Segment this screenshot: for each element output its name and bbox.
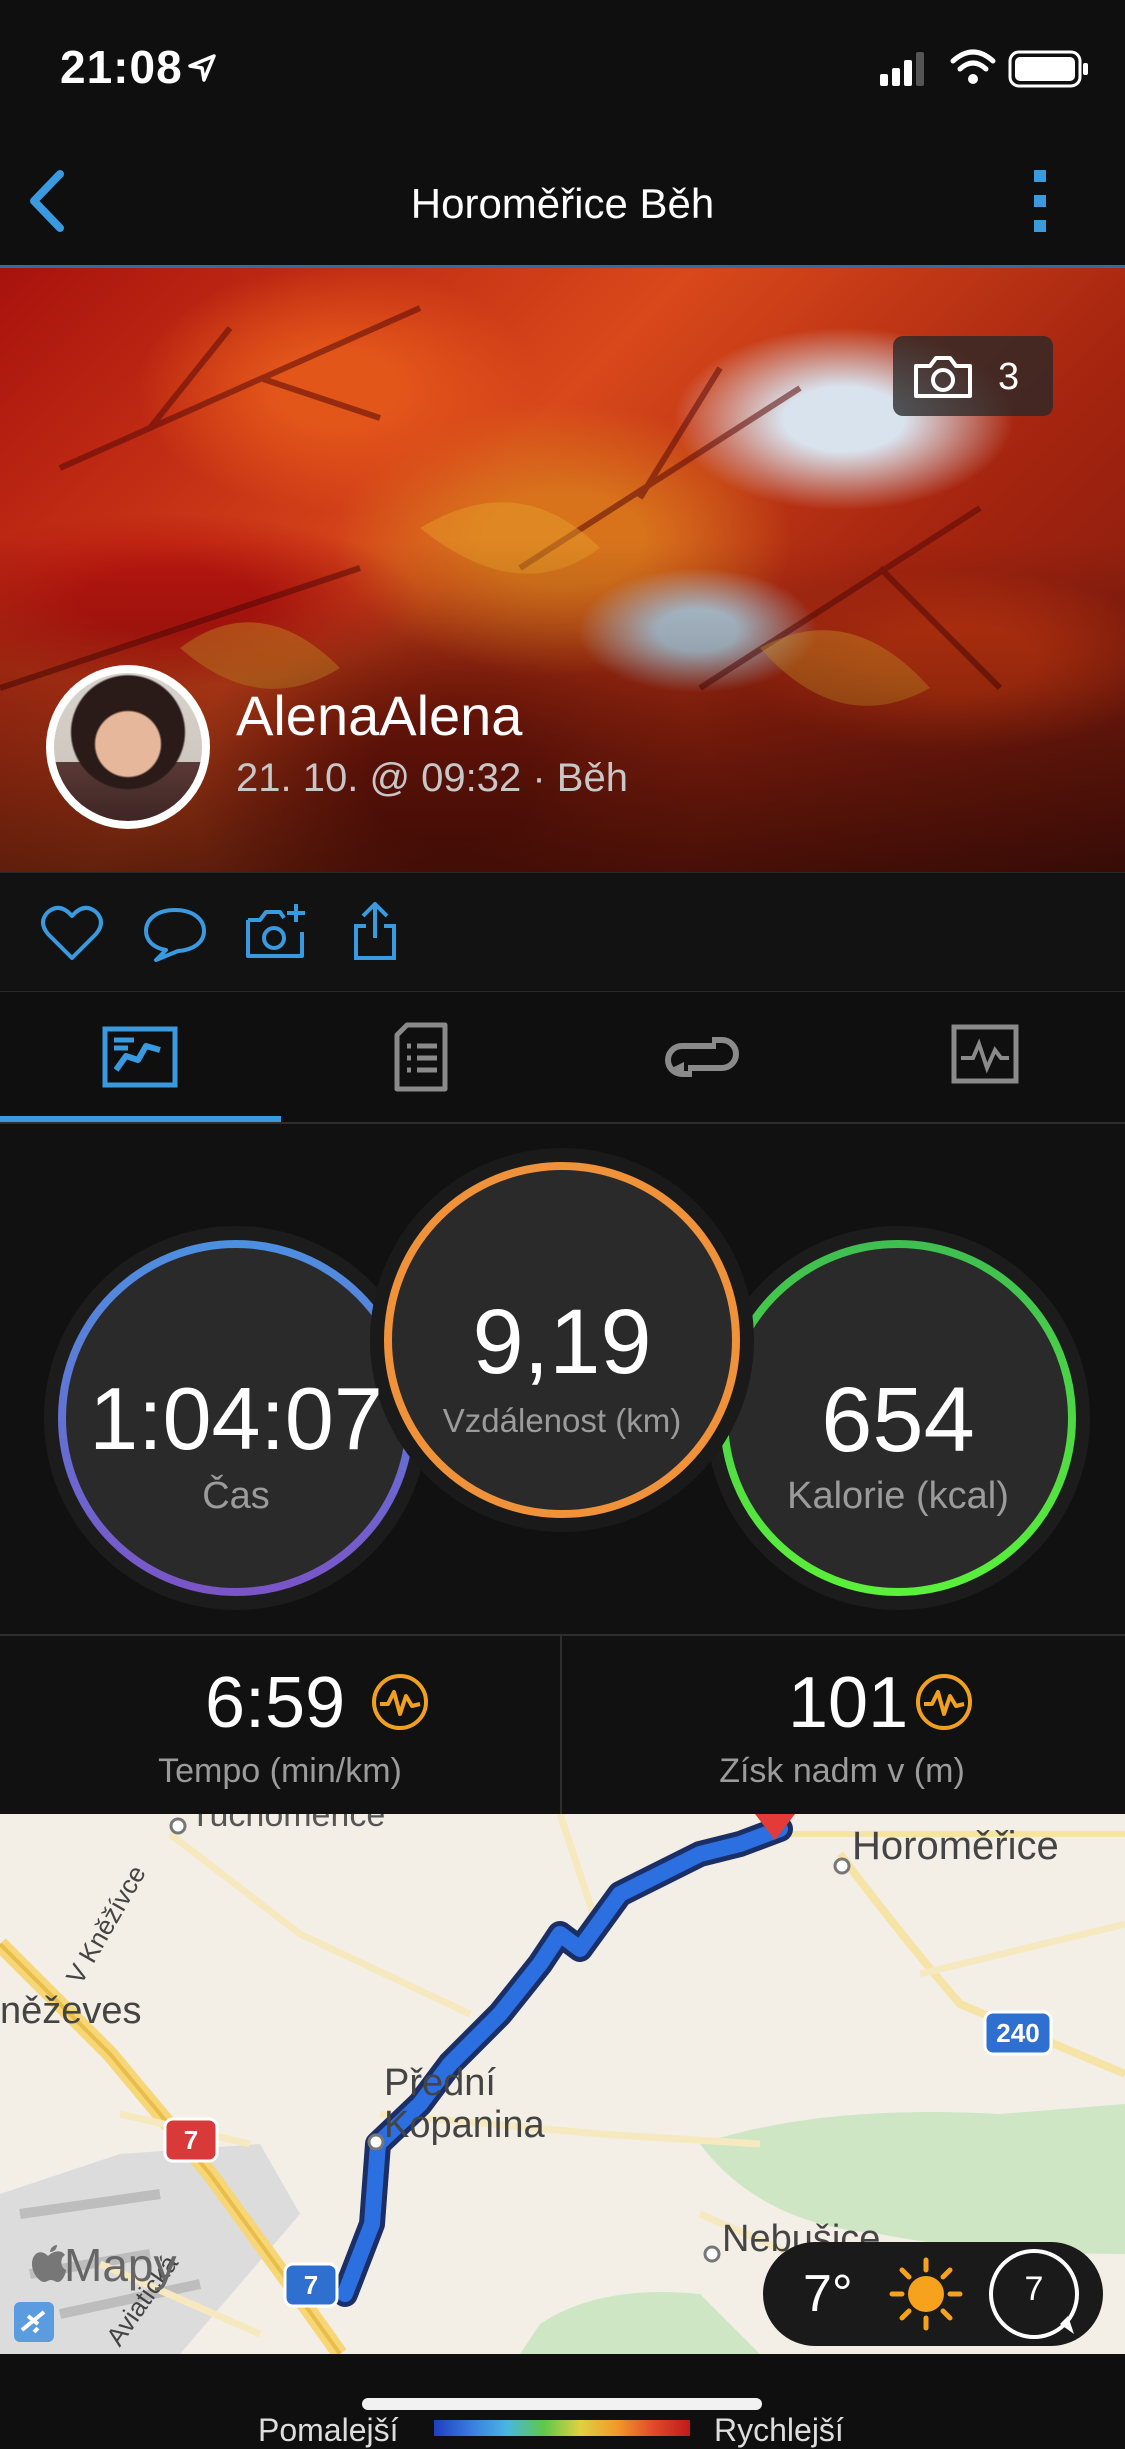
sun-icon — [889, 2257, 963, 2331]
elevation-activity-badge-icon[interactable] — [914, 1672, 974, 1732]
tab-overview[interactable] — [0, 992, 281, 1122]
tab-details[interactable] — [281, 992, 562, 1122]
comment-icon[interactable] — [142, 904, 208, 962]
airport-icon — [14, 2302, 54, 2342]
battery-icon — [1008, 50, 1088, 88]
weather-temperature: 7° — [803, 2265, 853, 2323]
status-time: 21:08 — [60, 41, 183, 93]
pace-value: 6:59 — [205, 1663, 346, 1743]
signal-icon — [880, 52, 924, 86]
location-arrow-icon — [188, 54, 216, 82]
wind-speed: 7 — [1024, 2270, 1044, 2308]
active-tab-indicator — [0, 1116, 281, 1122]
map-label-nezeves: něževes — [0, 1990, 142, 2032]
calories-label: Kalorie (kcal) — [787, 1475, 1009, 1517]
road-marker-7-red: 7 — [183, 2125, 199, 2155]
apple-logo-icon — [32, 2245, 66, 2282]
wifi-icon — [950, 49, 996, 84]
document-list-icon — [394, 1022, 448, 1092]
map-label-predni: Přední — [384, 2062, 496, 2104]
like-heart-icon[interactable] — [40, 904, 104, 962]
avatar-photo — [54, 673, 202, 821]
laps-loop-icon — [665, 1037, 739, 1077]
share-icon[interactable] — [352, 900, 398, 962]
runner-stats-icon — [102, 1026, 178, 1088]
more-options-icon[interactable] — [1028, 166, 1052, 236]
chart-monitor-icon — [951, 1024, 1019, 1084]
home-indicator[interactable] — [362, 2398, 762, 2410]
legend-faster: Rychlejší — [714, 2412, 844, 2448]
pace-label: Tempo (min/km) — [158, 1752, 402, 1790]
calories-value: 654 — [821, 1369, 975, 1471]
page-title: Horoměřice Běh — [410, 180, 715, 227]
time-value: 1:04:07 — [89, 1369, 383, 1468]
activity-date-type: 21. 10. @ 09:32 · Běh — [236, 756, 628, 800]
elevation-label: Získ nadm v (m) — [719, 1752, 965, 1790]
tab-charts[interactable] — [843, 992, 1124, 1122]
camera-icon — [914, 356, 972, 398]
map-label-top-village: Tuchoměřice — [190, 1814, 386, 1834]
pace-legend-gradient — [434, 2420, 690, 2436]
tab-laps[interactable] — [562, 992, 843, 1122]
photo-count: 3 — [998, 356, 1020, 398]
road-marker-7-blue: 7 — [303, 2270, 319, 2300]
time-label: Čas — [202, 1475, 270, 1517]
distance-value: 9,19 — [472, 1291, 652, 1393]
map-label-kopanina: Kopanina — [384, 2104, 545, 2146]
map-attribution: Mapy — [64, 2239, 177, 2291]
username[interactable]: AlenaAlena — [236, 683, 522, 748]
add-photo-icon[interactable] — [244, 900, 310, 962]
pace-activity-badge-icon[interactable] — [370, 1672, 430, 1732]
map-label-horomerice: Horoměřice — [852, 1824, 1059, 1868]
legend-slower: Pomalejší — [258, 2412, 399, 2448]
road-marker-240: 240 — [996, 2018, 1040, 2048]
elevation-value: 101 — [788, 1663, 909, 1743]
distance-label: Vzdálenost (km) — [442, 1402, 682, 1439]
